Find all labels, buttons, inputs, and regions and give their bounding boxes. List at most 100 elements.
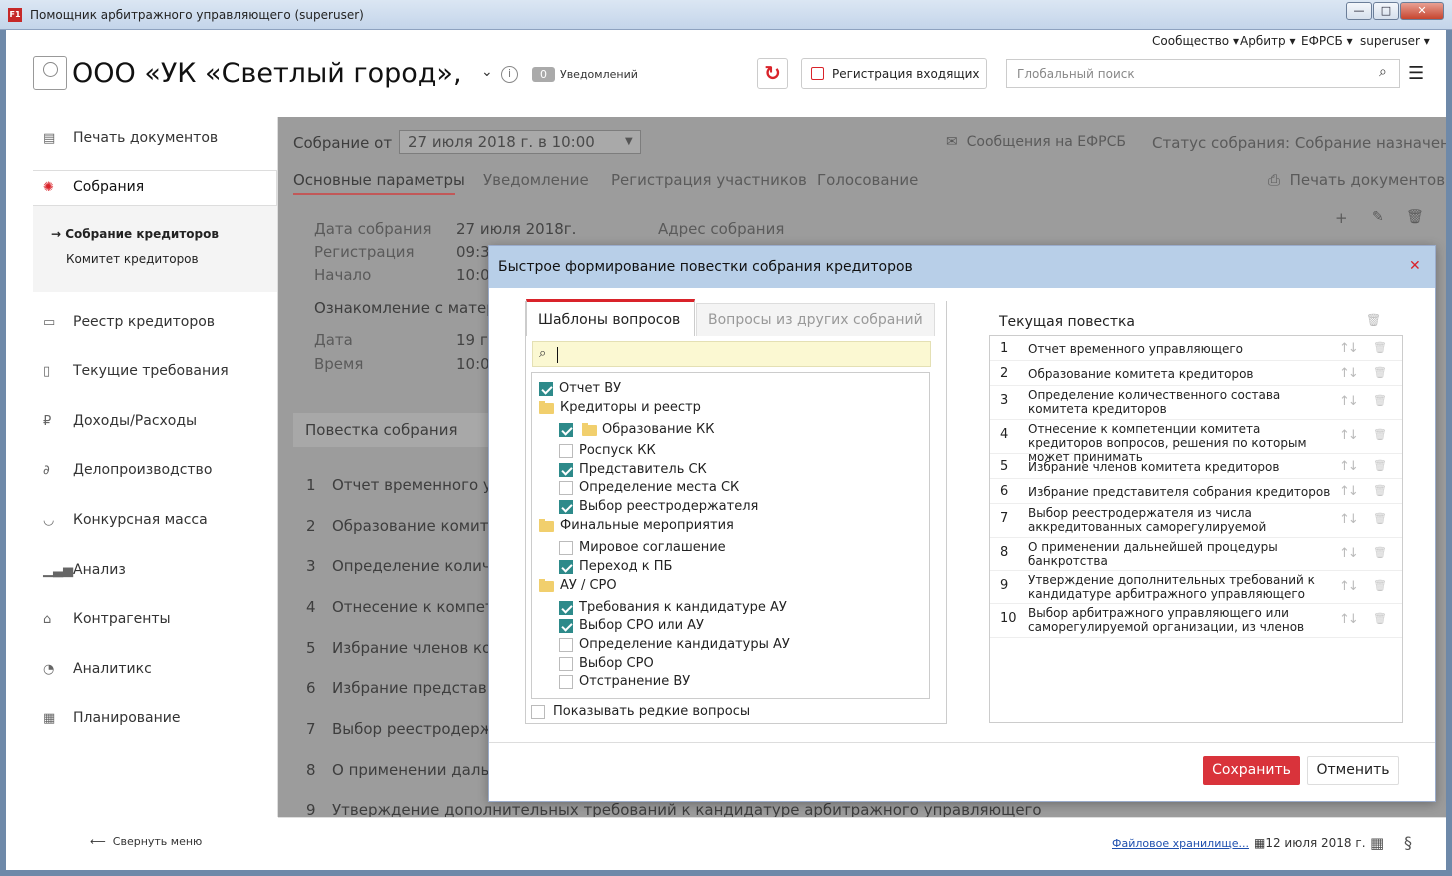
question-checkbox[interactable] xyxy=(559,619,573,633)
agenda-item[interactable]: Избрание членов ко xyxy=(332,639,491,657)
agenda-item[interactable]: Определение колич xyxy=(332,557,491,575)
question-checkbox[interactable] xyxy=(559,601,573,615)
delete-row-trash-icon[interactable]: 🗑 xyxy=(1373,612,1387,625)
current-agenda-row[interactable]: 1 Отчет временного управляющего ↑↓ 🗑 xyxy=(990,336,1402,361)
agenda-item[interactable]: Утверждение дополнительных требований к … xyxy=(332,801,1042,817)
submenu-creditors-committee[interactable]: Комитет кредиторов xyxy=(66,252,199,266)
tree-folder[interactable]: Кредиторы и реестр xyxy=(539,399,899,418)
tree-question[interactable]: Мировое соглашение xyxy=(559,539,919,558)
question-checkbox[interactable] xyxy=(559,657,573,671)
community-menu[interactable]: Сообщество ▾ xyxy=(1152,34,1239,48)
reorder-arrows-icon[interactable]: ↑↓ xyxy=(1339,512,1359,527)
calculator-icon[interactable]: ▦ xyxy=(1370,834,1384,852)
reorder-arrows-icon[interactable]: ↑↓ xyxy=(1339,484,1359,499)
current-agenda-row[interactable]: 6 Избрание представителя собрания кредито… xyxy=(990,479,1402,504)
tree-question[interactable]: Выбор СРО xyxy=(559,655,919,674)
delete-row-trash-icon[interactable]: 🗑 xyxy=(1373,459,1387,472)
tab-notification[interactable]: Уведомление xyxy=(483,171,589,189)
delete-row-trash-icon[interactable]: 🗑 xyxy=(1373,428,1387,441)
tree-question[interactable]: Определение кандидатуры АУ xyxy=(559,636,919,655)
global-search-input[interactable]: Глобальный поиск ⌕ xyxy=(1006,59,1400,88)
current-agenda-row[interactable]: 7 Выбор реестродержателя из числа аккреди… xyxy=(990,504,1402,538)
notifications-count-badge[interactable]: 0 xyxy=(532,67,555,82)
sidebar-item-planning[interactable]: ▦ Планирование xyxy=(43,710,180,734)
add-icon[interactable]: + xyxy=(1335,209,1348,227)
delete-row-trash-icon[interactable]: 🗑 xyxy=(1373,512,1387,525)
tree-question[interactable]: Отстранение ВУ xyxy=(559,673,919,692)
company-name[interactable]: ООО «УК «Светлый город», Н xyxy=(72,58,472,89)
agenda-item[interactable]: Избрание представі xyxy=(332,679,491,697)
tree-question[interactable]: Отчет ВУ xyxy=(539,380,899,399)
sidebar-item-counterparties[interactable]: ⌂ Контрагенты xyxy=(43,611,171,635)
tree-question[interactable]: Представитель СК xyxy=(559,461,919,480)
arbitr-menu[interactable]: Арбитр ▾ xyxy=(1240,34,1295,48)
close-window-button[interactable]: ✕ xyxy=(1400,2,1444,20)
sidebar-item-analytics[interactable]: ◔ Аналитикс xyxy=(43,661,152,685)
question-checkbox[interactable] xyxy=(559,423,573,437)
tree-folder[interactable]: Финальные мероприятия xyxy=(539,517,899,536)
question-checkbox[interactable] xyxy=(559,541,573,555)
tab-question-templates[interactable]: Шаблоны вопросов xyxy=(526,299,695,336)
reorder-arrows-icon[interactable]: ↑↓ xyxy=(1339,579,1359,594)
clear-agenda-trash-icon[interactable]: 🗑 xyxy=(1366,313,1381,327)
search-icon[interactable]: ⌕ xyxy=(1379,64,1387,80)
reorder-arrows-icon[interactable]: ↑↓ xyxy=(1339,366,1359,381)
maximize-button[interactable]: □ xyxy=(1373,2,1399,20)
sidebar-item-income-expense[interactable]: ₽ Доходы/Расходы xyxy=(43,413,197,437)
sidebar-item-bankruptcy-estate[interactable]: ◡ Конкурсная масса xyxy=(43,512,208,536)
current-agenda-row[interactable]: 2 Образование комитета кредиторов ↑↓ 🗑 xyxy=(990,361,1402,386)
sidebar-item-analysis[interactable]: ▁▃▅Анализ xyxy=(43,562,126,586)
agenda-item[interactable]: Отнесение к компет xyxy=(332,598,494,616)
user-menu[interactable]: superuser ▾ xyxy=(1360,34,1430,48)
filter-input[interactable]: ⌕ xyxy=(532,341,931,367)
collapse-menu-button[interactable]: ⟵ Свернуть меню xyxy=(90,835,202,848)
refresh-button[interactable]: ↻ xyxy=(757,58,788,89)
tab-voting[interactable]: Голосование xyxy=(817,171,918,189)
sidebar-item-current-claims[interactable]: ▯ Текущие требования xyxy=(43,363,229,387)
reorder-arrows-icon[interactable]: ↑↓ xyxy=(1339,341,1359,356)
print-docs-link[interactable]: ⎙ Печать документов xyxy=(1268,171,1445,189)
tab-main-params[interactable]: Основные параметры xyxy=(293,171,465,189)
tree-question[interactable]: Роспуск КК xyxy=(559,442,919,461)
delete-row-trash-icon[interactable]: 🗑 xyxy=(1373,394,1387,407)
company-avatar-icon[interactable] xyxy=(33,56,67,90)
reorder-arrows-icon[interactable]: ↑↓ xyxy=(1339,612,1359,627)
agenda-item[interactable]: Образование комит xyxy=(332,517,489,535)
show-rare-checkbox[interactable] xyxy=(531,705,545,719)
efrsb-messages-link[interactable]: ✉ Сообщения на ЕФРСБ xyxy=(946,134,1126,150)
question-checkbox[interactable] xyxy=(559,560,573,574)
question-checkbox[interactable] xyxy=(559,500,573,514)
reorder-arrows-icon[interactable]: ↑↓ xyxy=(1339,459,1359,474)
tree-question[interactable]: Переход к ПБ xyxy=(559,558,919,577)
current-agenda-row[interactable]: 8 О применении дальнейшей процедуры банкр… xyxy=(990,538,1402,571)
agenda-item[interactable]: Выбор реестродерж xyxy=(332,720,493,738)
current-agenda-row[interactable]: 3 Определение количественного состава ком… xyxy=(990,386,1402,420)
notifications-label[interactable]: Уведомлений xyxy=(560,68,638,81)
meeting-date-select[interactable]: 27 июля 2018 г. в 10:00 ▼ xyxy=(399,130,641,154)
tree-question[interactable]: Выбор СРО или АУ xyxy=(559,617,919,636)
sidebar-item-print-docs[interactable]: ▤ Печать документов xyxy=(43,130,218,154)
tab-registration[interactable]: Регистрация участников xyxy=(611,171,807,189)
delete-row-trash-icon[interactable]: 🗑 xyxy=(1373,546,1387,559)
reorder-arrows-icon[interactable]: ↑↓ xyxy=(1339,394,1359,409)
current-agenda-row[interactable]: 4 Отнесение к компетенции комитета кредит… xyxy=(990,420,1402,464)
sidebar-item-meetings[interactable]: ✺ Собрания xyxy=(33,170,277,206)
info-icon[interactable]: i xyxy=(501,66,518,83)
question-checkbox[interactable] xyxy=(559,638,573,652)
delete-row-trash-icon[interactable]: 🗑 xyxy=(1373,579,1387,592)
efrsb-menu[interactable]: ЕФРСБ ▾ xyxy=(1301,34,1353,48)
sidebar-item-creditor-registry[interactable]: ▭ Реестр кредиторов xyxy=(43,314,215,338)
show-rare-label[interactable]: Показывать редкие вопросы xyxy=(553,704,750,719)
question-checkbox[interactable] xyxy=(559,675,573,689)
hamburger-menu-icon[interactable]: ☰ xyxy=(1408,63,1424,84)
tree-question[interactable]: Определение места СК xyxy=(559,479,919,498)
law-section-icon[interactable]: § xyxy=(1404,833,1412,852)
current-agenda-row[interactable]: 5 Избрание членов комитета кредиторов ↑↓ 🗑 xyxy=(990,454,1402,479)
delete-row-trash-icon[interactable]: 🗑 xyxy=(1373,366,1387,379)
agenda-item[interactable]: О применении даль xyxy=(332,761,489,779)
question-checkbox[interactable] xyxy=(539,382,553,396)
agenda-item[interactable]: Отчет временного у xyxy=(332,476,492,494)
reorder-arrows-icon[interactable]: ↑↓ xyxy=(1339,428,1359,443)
close-icon[interactable]: ✕ xyxy=(1409,258,1421,274)
submenu-creditors-meeting[interactable]: → Собрание кредиторов xyxy=(51,227,219,241)
